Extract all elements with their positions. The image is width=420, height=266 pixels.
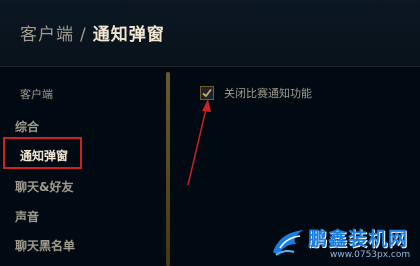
watermark-url: www.0753px.com — [330, 250, 411, 260]
watermark-name: 鹏鑫装机网 — [308, 228, 409, 250]
bird-logo-icon — [273, 230, 303, 256]
watermark: 鹏鑫装机网 www.0753px.com — [270, 222, 420, 266]
